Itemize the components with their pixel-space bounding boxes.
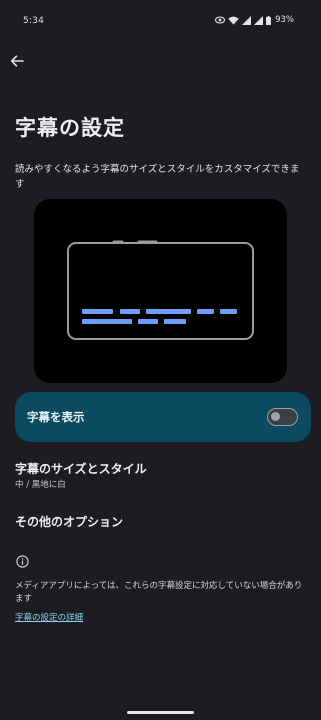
caption-size-style-setting[interactable]: 字幕のサイズとスタイル 中 / 黒地に白 [15, 460, 311, 496]
captions-preview-illustration [67, 240, 254, 340]
caption-size-style-value: 中 / 黒地に白 [15, 480, 66, 490]
eye-icon [215, 16, 226, 24]
wifi-icon [228, 16, 239, 25]
compatibility-note: メディアアプリによっては、これらの字幕設定に対応していない場合があります [15, 581, 303, 604]
back-button[interactable] [6, 51, 28, 73]
captions-preview-card [34, 199, 287, 383]
info-icon [16, 553, 29, 568]
battery-percentage: 93% [275, 15, 294, 25]
switch-thumb [271, 412, 280, 421]
signal-icon [254, 15, 264, 25]
signal-icon [242, 15, 252, 25]
more-options-setting[interactable]: その他のオプション [15, 513, 311, 533]
caption-settings-details-link[interactable]: 字幕の設定の詳細 [15, 611, 83, 623]
status-time: 5:34 [23, 16, 45, 26]
home-indicator[interactable] [127, 711, 194, 714]
more-options-title: その他のオプション [15, 515, 124, 529]
show-captions-label: 字幕を表示 [27, 410, 85, 424]
show-captions-toggle-row[interactable]: 字幕を表示 [15, 392, 311, 442]
page-title: 字幕の設定 [15, 116, 125, 140]
arrow-left-icon [10, 53, 24, 72]
show-captions-switch[interactable] [267, 408, 298, 426]
page-description: 読みやすくなるよう字幕のサイズとスタイルをカスタマイズできます [15, 164, 300, 190]
status-bar: 5:34 93% [0, 0, 321, 44]
battery-icon [266, 15, 272, 25]
caption-size-style-title: 字幕のサイズとスタイル [15, 462, 147, 476]
status-icons: 93% [215, 15, 294, 25]
